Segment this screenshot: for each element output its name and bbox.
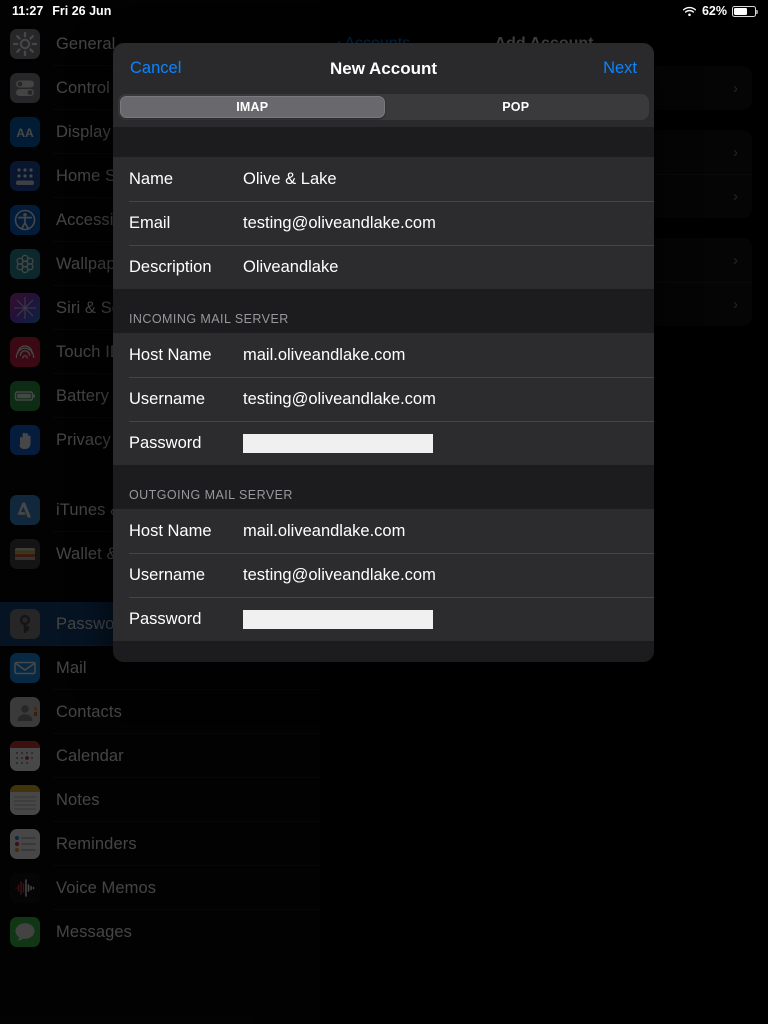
account-info-section: Name Olive & Lake Email testing@oliveand… [113,157,654,289]
field-label: Description [129,257,212,276]
outgoing-section-header: OUTGOING MAIL SERVER [113,465,654,509]
field-row-incoming-host[interactable]: Host Name mail.oliveandlake.com [113,333,654,377]
field-value[interactable]: Olive & Lake [243,170,337,189]
field-row-incoming-username[interactable]: Username testing@oliveandlake.com [113,377,654,421]
field-value[interactable]: testing@oliveandlake.com [243,214,436,233]
new-account-modal: Cancel New Account Next IMAP POP Name Ol… [113,43,654,662]
modal-title: New Account [329,58,438,78]
field-row-incoming-password[interactable]: Password [113,421,654,465]
status-date: Fri 26 Jun [52,4,112,18]
field-row-outgoing-host[interactable]: Host Name mail.oliveandlake.com [113,509,654,553]
password-redaction-bar[interactable] [243,433,433,453]
status-time: 11:27 [12,4,44,18]
field-row-description[interactable]: Description Oliveandlake [113,245,654,289]
field-label: Password [129,433,202,452]
field-value[interactable]: testing@oliveandlake.com [243,390,436,409]
field-label: Host Name [129,345,212,364]
battery-icon [732,5,758,17]
status-bar-right: 62% [682,4,758,18]
wifi-icon [682,6,697,17]
field-value[interactable]: mail.oliveandlake.com [243,522,405,541]
incoming-section-header: INCOMING MAIL SERVER [113,289,654,333]
status-bar: 11:27 Fri 26 Jun 62% [0,0,768,22]
segmented-control-wrap: IMAP POP [113,94,654,127]
password-redaction-bar[interactable] [243,609,433,629]
segment-pop[interactable]: POP [385,96,648,118]
next-button[interactable]: Next [603,59,637,78]
cancel-button[interactable]: Cancel [130,59,181,78]
field-label: Password [129,609,202,628]
field-row-outgoing-password[interactable]: Password [113,597,654,641]
field-row-email[interactable]: Email testing@oliveandlake.com [113,201,654,245]
incoming-mail-section: Host Name mail.oliveandlake.com Username… [113,333,654,465]
segment-imap[interactable]: IMAP [120,96,385,118]
section-spacer-top [113,127,654,157]
battery-percent: 62% [701,4,727,18]
modal-nav-bar: Cancel New Account Next [113,43,654,94]
field-value[interactable]: testing@oliveandlake.com [243,566,436,585]
field-row-name[interactable]: Name Olive & Lake [113,157,654,201]
field-label: Username [129,565,206,584]
field-value[interactable]: mail.oliveandlake.com [243,346,405,365]
field-label: Host Name [129,521,212,540]
status-bar-left: 11:27 Fri 26 Jun [12,4,111,18]
field-row-outgoing-username[interactable]: Username testing@oliveandlake.com [113,553,654,597]
field-label: Name [129,169,174,188]
field-value[interactable]: Oliveandlake [243,258,338,277]
outgoing-mail-section: Host Name mail.oliveandlake.com Username… [113,509,654,641]
field-label: Email [129,213,171,232]
field-label: Username [129,389,206,408]
account-type-segmented-control[interactable]: IMAP POP [118,94,649,120]
account-form: Name Olive & Lake Email testing@oliveand… [113,127,654,662]
